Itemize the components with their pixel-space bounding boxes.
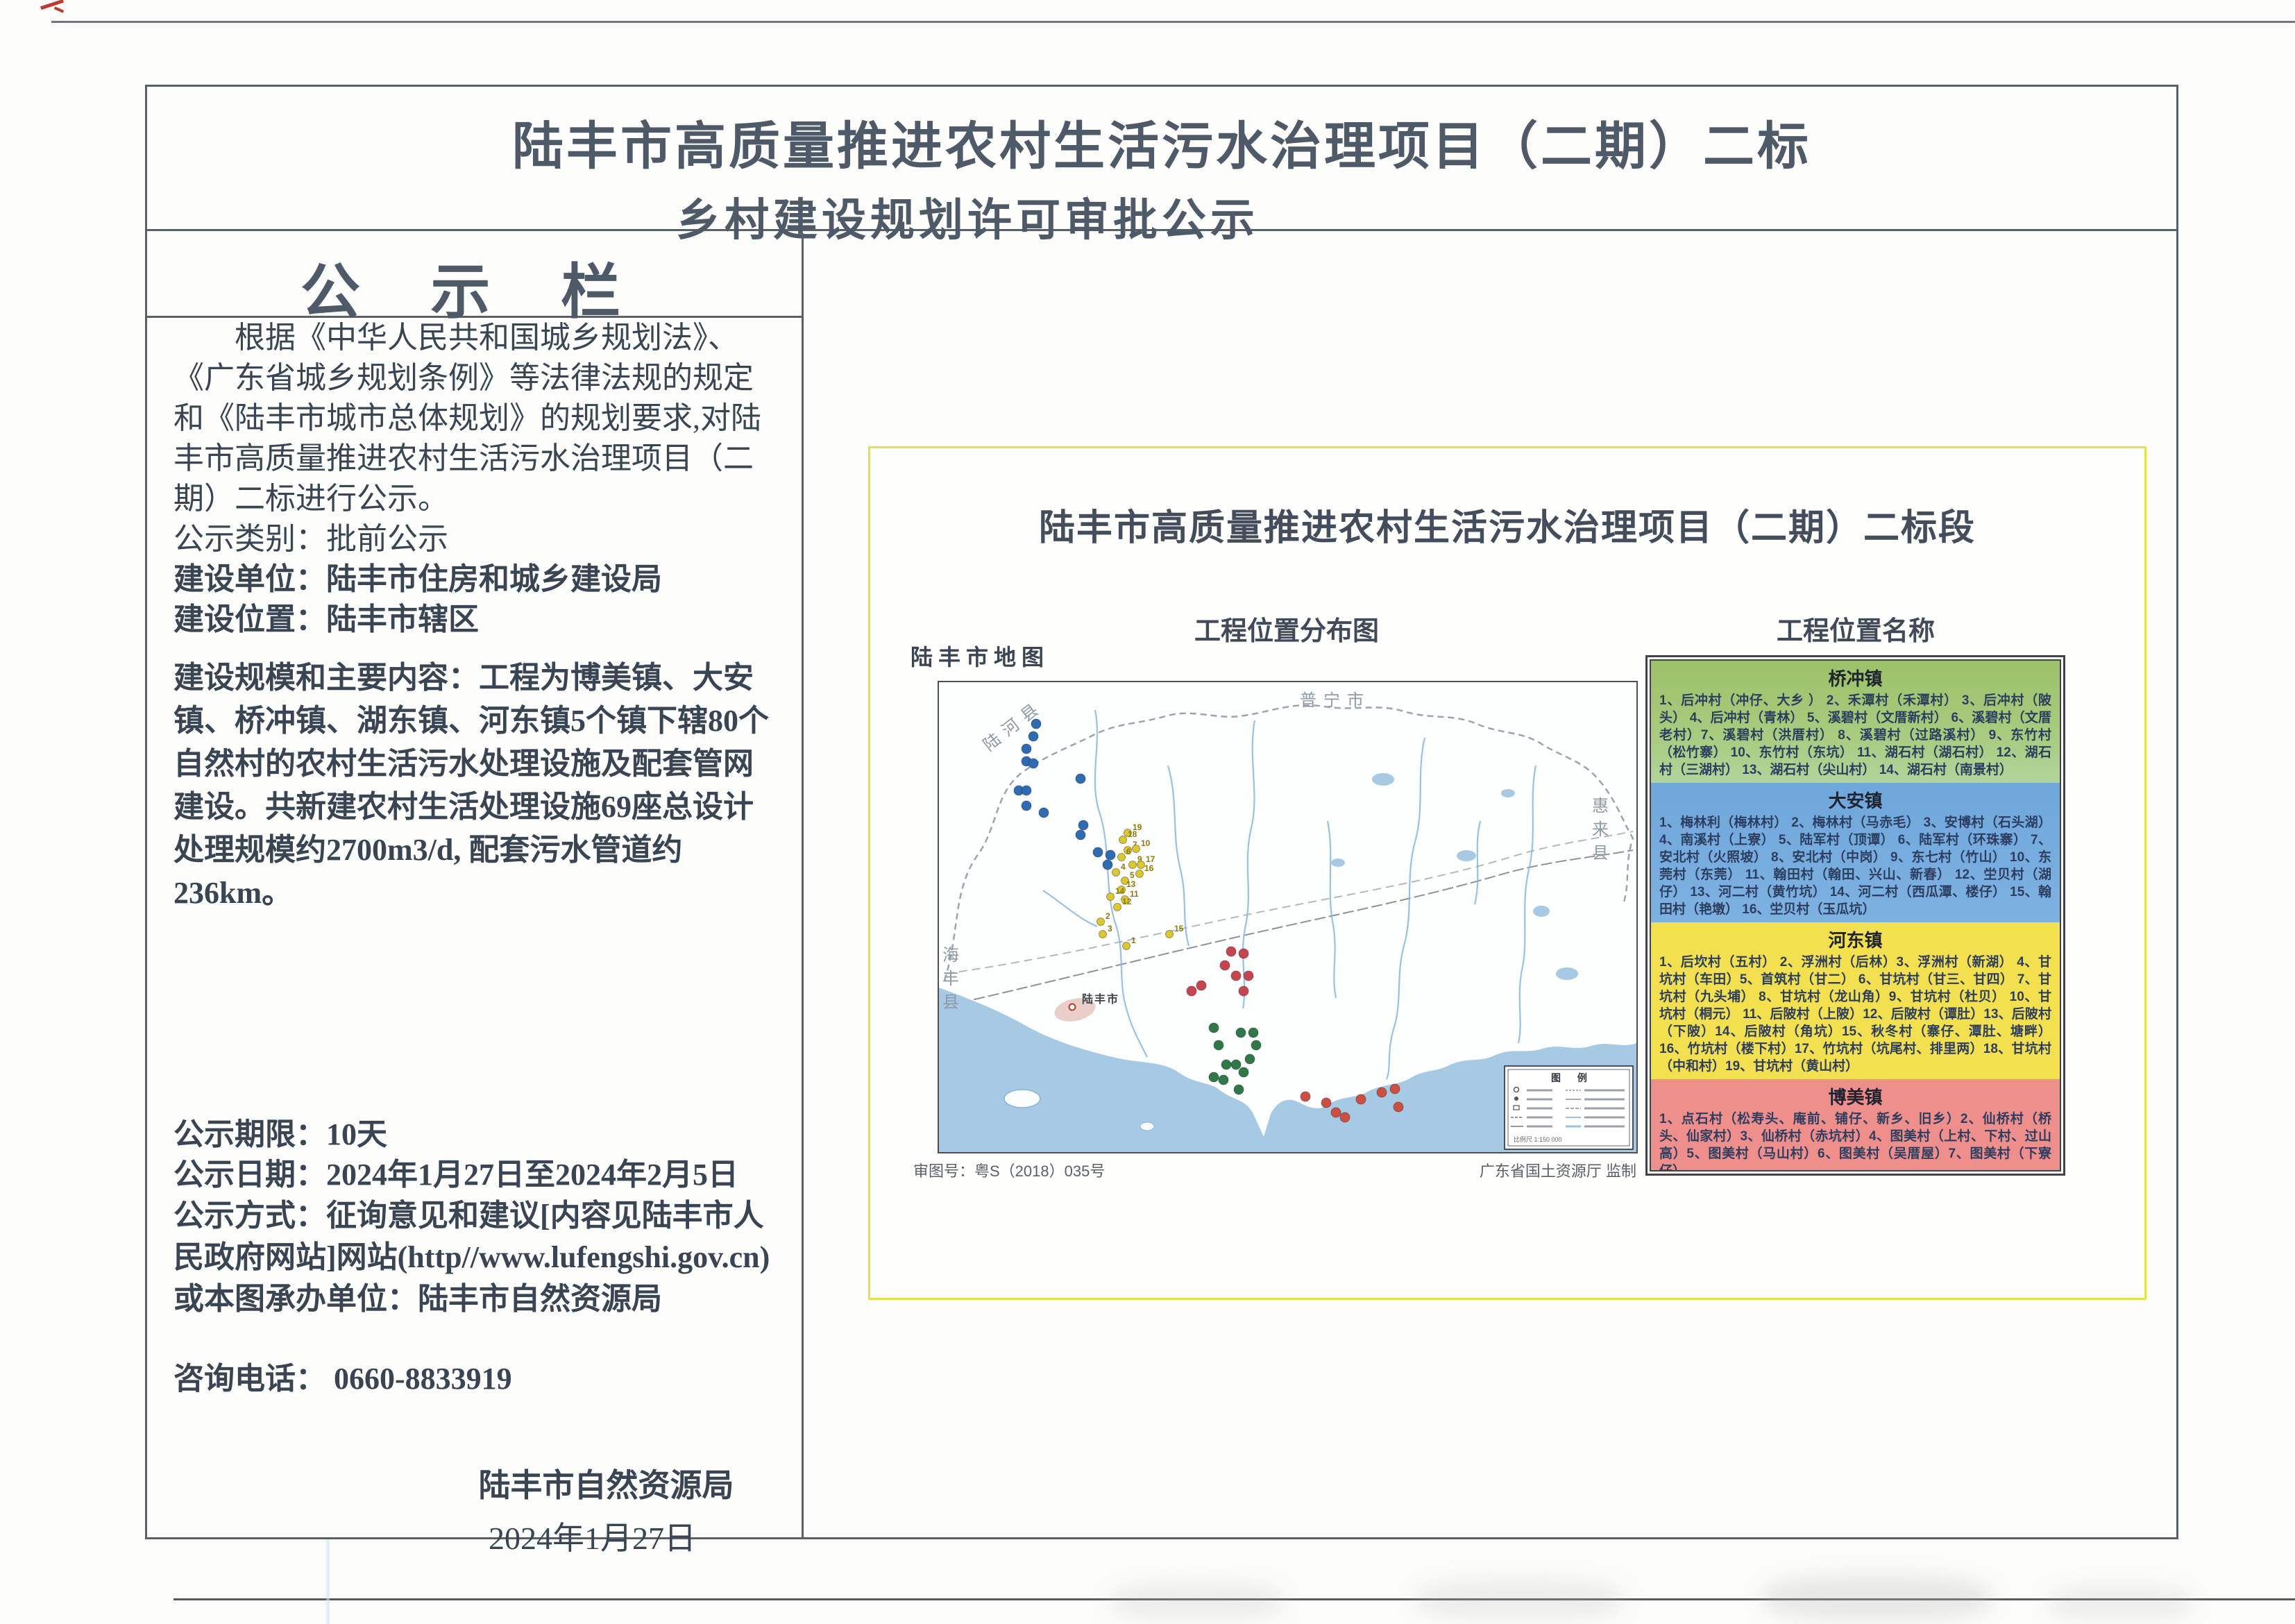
names-section-heading: 工程位置名称: [1777, 609, 1935, 648]
town-section-bomei: 博美镇 1、点石村（松寿头、庵前、铺仔、新乡、旧乡）2、仙桥村（桥头、仙家村）3…: [1651, 1079, 2060, 1172]
project-names-list: 桥冲镇 1、后冲村（冲仔、大乡 ） 2、禾潭村（禾潭村） 3、后冲村（陂头） 4…: [1650, 659, 2061, 1172]
town-section-qiaochong: 桥冲镇 1、后冲村（冲仔、大乡 ） 2、禾潭村（禾潭村） 3、后冲村（陂头） 4…: [1651, 661, 2060, 783]
reservoirs: [1331, 773, 1578, 980]
svg-text:5: 5: [1130, 870, 1135, 880]
notice-body: 根据《中华人民共和国城乡规划法》、《广东省城乡规划条例》等法律法规的规定和《陆丰…: [147, 318, 802, 1399]
notice-phone-line: 咨询电话： 0660-8833919: [173, 1359, 778, 1399]
notice-period-line: 公示期限：10天: [173, 1115, 778, 1155]
scan-smudge: [1110, 1582, 1284, 1621]
town-section-daan: 大安镇 1、梅林利（梅林村） 2、梅林村（马赤毛） 3、安博村（石头湖） 4、南…: [1651, 783, 2060, 922]
notice-type-line: 公示类别：批前公示: [173, 519, 778, 559]
town-villages: 1、点石村（松寿头、庵前、铺仔、新乡、旧乡）2、仙桥村（桥头、仙家村）3、仙桥村…: [1659, 1110, 2051, 1172]
map-attachment-panel: 陆丰市高质量推进农村生活污水治理项目（二期）二标段 工程位置分布图 工程位置名称…: [868, 446, 2146, 1300]
svg-text:13: 13: [1126, 879, 1136, 889]
town-name: 河东镇: [1659, 924, 2051, 954]
map-svg: 图 例: [939, 682, 1636, 1152]
town-name: 大安镇: [1659, 784, 2051, 814]
town-villages: 1、后冲村（冲仔、大乡 ） 2、禾潭村（禾潭村） 3、后冲村（陂头） 4、后冲村…: [1659, 692, 2051, 779]
map-legend: 图 例: [1505, 1066, 1633, 1149]
cluster-yellow-hedong: 1918710691716451314111223115: [1097, 822, 1184, 950]
notice-location-line: 建设位置：陆丰市辖区: [173, 600, 778, 640]
town-section-hedong: 河东镇 1、后坎村（五村） 2、浮洲村（后林）3、浮洲村（新湖） 4、甘坑村（车…: [1651, 922, 2060, 1079]
svg-text:16: 16: [1144, 863, 1154, 873]
scan-smudge: [1763, 1575, 1992, 1621]
svg-text:14: 14: [1115, 886, 1125, 896]
islet: [1140, 1122, 1154, 1131]
notice-board-heading: 公 示 栏: [147, 233, 802, 318]
svg-text:10: 10: [1141, 838, 1151, 848]
legend-title: 图 例: [1551, 1072, 1594, 1083]
notice-date-line: 公示日期：2024年1月27日至2024年2月5日: [173, 1155, 778, 1195]
project-names-panel: 桥冲镇 1、后冲村（冲仔、大乡 ） 2、禾潭村（禾潭村） 3、后冲村（陂头） 4…: [1645, 655, 2065, 1176]
map-approval-number: 审图号：粤S（2018）035号: [913, 1159, 1105, 1181]
town-name: 桥冲镇: [1659, 662, 2051, 692]
document-title-block: 陆丰市高质量推进农村生活污水治理项目（二期）二标 乡村建设规划许可审批公示: [147, 87, 2176, 231]
neighbor-county-label: 普宁市: [1300, 691, 1371, 710]
notice-method-paragraph: 公示方式：征询意见和建议[内容见陆丰市人民政府网站]网站(http//www.l…: [173, 1195, 778, 1320]
svg-text:1: 1: [1131, 936, 1136, 945]
map-section-heading: 工程位置分布图: [1194, 609, 1379, 648]
neighbor-county-label: 海丰县: [940, 946, 958, 1017]
city-marker: [1069, 1004, 1076, 1010]
scan-smudge: [2047, 1586, 2193, 1621]
city-label: 陆丰市: [1082, 992, 1119, 1006]
town-name: 博美镇: [1659, 1081, 2051, 1110]
notice-frame: 陆丰市高质量推进农村生活污水治理项目（二期）二标 乡村建设规划许可审批公示 公 …: [145, 85, 2178, 1539]
svg-text:2: 2: [1106, 911, 1110, 921]
neighbor-county-label: 惠来县: [1589, 797, 1609, 868]
notice-scope-paragraph: 建设规模和主要内容：工程为博美镇、大安镇、桥冲镇、湖东镇、河东镇5个镇下辖80个…: [173, 657, 778, 915]
map-title-label: 陆丰市地图: [911, 640, 1049, 672]
svg-text:4: 4: [1121, 862, 1126, 872]
svg-text:15: 15: [1174, 924, 1184, 933]
county-boundary: [945, 705, 1633, 981]
cluster-green-bomei: [1209, 1023, 1261, 1094]
legend-scale: 比例尺 1:150 000: [1514, 1135, 1562, 1143]
town-villages: 1、后坎村（五村） 2、浮洲村（后林）3、浮洲村（新湖） 4、甘坑村（车田）5、…: [1659, 954, 2051, 1075]
top-scan-rule: [51, 21, 2295, 23]
svg-text:12: 12: [1122, 897, 1132, 906]
railway-line: [960, 850, 1633, 1003]
lufeng-city-map: 图 例: [938, 681, 1638, 1153]
scan-smudge: [1416, 1579, 1624, 1621]
island: [1004, 1090, 1040, 1108]
attachment-title: 陆丰市高质量推进农村生活污水治理项目（二期）二标段: [870, 498, 2144, 550]
svg-text:6: 6: [1126, 847, 1131, 856]
svg-text:3: 3: [1108, 924, 1112, 933]
svg-text:17: 17: [1146, 854, 1155, 864]
notice-board-column: 公 示 栏 根据《中华人民共和国城乡规划法》、《广东省城乡规划条例》等法律法规的…: [147, 233, 804, 1539]
document-title-line1: 陆丰市高质量推进农村生活污水治理项目（二期）二标: [147, 105, 2176, 179]
notice-intro-paragraph: 根据《中华人民共和国城乡规划法》、《广东省城乡规划条例》等法律法规的规定和《陆丰…: [173, 318, 778, 519]
map-producer: 广东省国土资源厅 监制: [1405, 1159, 1636, 1181]
signature-date: 2024年1月27日: [265, 1513, 920, 1559]
signature-agency: 陆丰市自然资源局: [279, 1460, 933, 1506]
scanned-notice-page: 陆丰市高质量推进农村生活污水治理项目（二期）二标 乡村建设规划许可审批公示 公 …: [0, 0, 2295, 1624]
highway-line: [946, 831, 1633, 974]
red-pen-tick: [54, 6, 64, 12]
town-villages: 1、梅林利（梅林村） 2、梅林村（马赤毛） 3、安博村（石头湖） 4、南溪村（上…: [1659, 814, 2051, 918]
svg-text:18: 18: [1128, 829, 1137, 839]
notice-unit-line: 建设单位：陆丰市住房和城乡建设局: [173, 559, 778, 600]
cluster-blue-daan: [1014, 719, 1115, 870]
